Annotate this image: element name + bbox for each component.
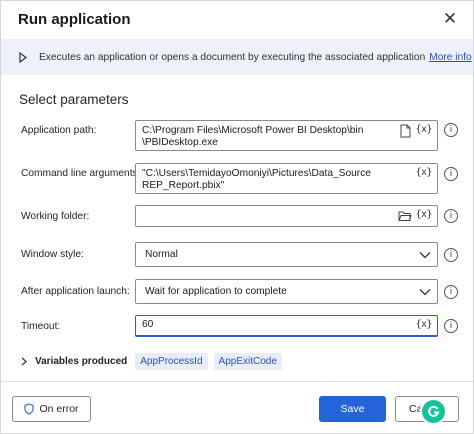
application-path-input[interactable]: C:\Program Files\Microsoft Power BI Desk…: [135, 120, 438, 151]
info-icon[interactable]: i: [444, 319, 458, 333]
info-icon[interactable]: i: [444, 285, 458, 299]
close-icon[interactable]: ✕: [441, 9, 459, 28]
timeout-value: 60: [142, 319, 154, 330]
on-error-button[interactable]: On error: [12, 396, 91, 422]
variable-chip-app-exit-code[interactable]: AppExitCode: [213, 353, 282, 370]
chevron-right-icon[interactable]: [21, 357, 29, 366]
shield-icon: [24, 403, 35, 415]
working-folder-label: Working folder:: [21, 211, 90, 222]
variable-button[interactable]: {x}: [415, 319, 432, 330]
after-application-launch-label: After application launch:: [21, 286, 130, 297]
dialog-title: Run application: [18, 11, 131, 28]
after-application-launch-select[interactable]: Wait for application to complete: [135, 279, 438, 304]
command-line-arguments-value: "C:\Users\TemidayoOmoniyi\Pictures\Data_…: [142, 168, 371, 191]
timeout-input[interactable]: 60 {x}: [135, 315, 438, 337]
grammarly-icon[interactable]: [422, 400, 445, 423]
variables-produced-label: Variables produced: [35, 356, 128, 367]
working-folder-input[interactable]: {x}: [135, 205, 438, 227]
file-picker-icon[interactable]: [399, 124, 412, 138]
variable-button[interactable]: {x}: [415, 209, 432, 220]
run-application-dialog: Run application ✕ Executes an applicatio…: [0, 0, 474, 434]
chevron-down-icon[interactable]: [419, 251, 431, 259]
command-line-arguments-input[interactable]: "C:\Users\TemidayoOmoniyi\Pictures\Data_…: [135, 163, 438, 194]
save-button[interactable]: Save: [319, 396, 386, 422]
info-description: Executes an application or opens a docum…: [39, 51, 426, 63]
window-style-label: Window style:: [21, 249, 84, 260]
chevron-down-icon[interactable]: [419, 288, 431, 296]
chevron-right-icon[interactable]: [19, 51, 31, 63]
more-info-link[interactable]: More info: [429, 52, 471, 63]
variable-chip-app-process-id[interactable]: AppProcessId: [135, 353, 208, 370]
info-icon[interactable]: i: [444, 167, 458, 181]
info-bar: Executes an application or opens a docum…: [1, 39, 473, 75]
info-icon[interactable]: i: [444, 123, 458, 137]
on-error-label: On error: [39, 403, 79, 415]
variable-button[interactable]: {x}: [415, 167, 432, 178]
window-style-select[interactable]: Normal: [135, 242, 438, 267]
section-title: Select parameters: [19, 92, 129, 107]
variable-button[interactable]: {x}: [415, 124, 432, 135]
variables-produced: Variables produced AppProcessId AppExitC…: [21, 353, 288, 370]
after-application-launch-value: Wait for application to complete: [145, 285, 287, 297]
window-style-value: Normal: [145, 248, 178, 260]
application-path-label: Application path:: [21, 125, 97, 136]
timeout-label: Timeout:: [21, 321, 61, 332]
application-path-value: C:\Program Files\Microsoft Power BI Desk…: [142, 125, 364, 148]
info-icon[interactable]: i: [444, 209, 458, 223]
dialog-footer: On error Save Ca: [1, 381, 473, 433]
folder-picker-icon[interactable]: [398, 210, 412, 222]
command-line-arguments-label: Command line arguments:: [21, 168, 141, 179]
info-icon[interactable]: i: [444, 248, 458, 262]
